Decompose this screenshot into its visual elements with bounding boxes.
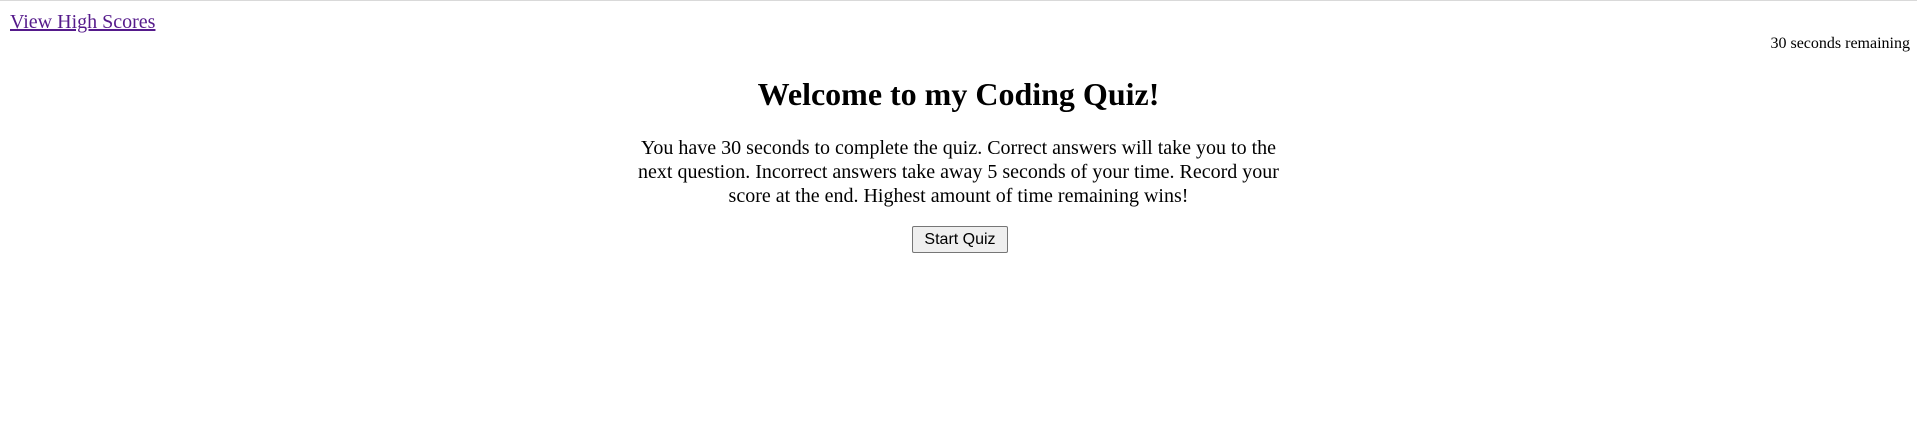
page-title: Welcome to my Coding Quiz! [757, 76, 1160, 112]
quiz-instructions: You have 30 seconds to complete the quiz… [638, 137, 1279, 207]
top-divider [0, 0, 1917, 1]
timer-display: 30 seconds remaining [1770, 35, 1910, 52]
view-high-scores-link[interactable]: View High Scores [10, 10, 155, 34]
start-quiz-button[interactable]: Start Quiz [912, 226, 1008, 253]
